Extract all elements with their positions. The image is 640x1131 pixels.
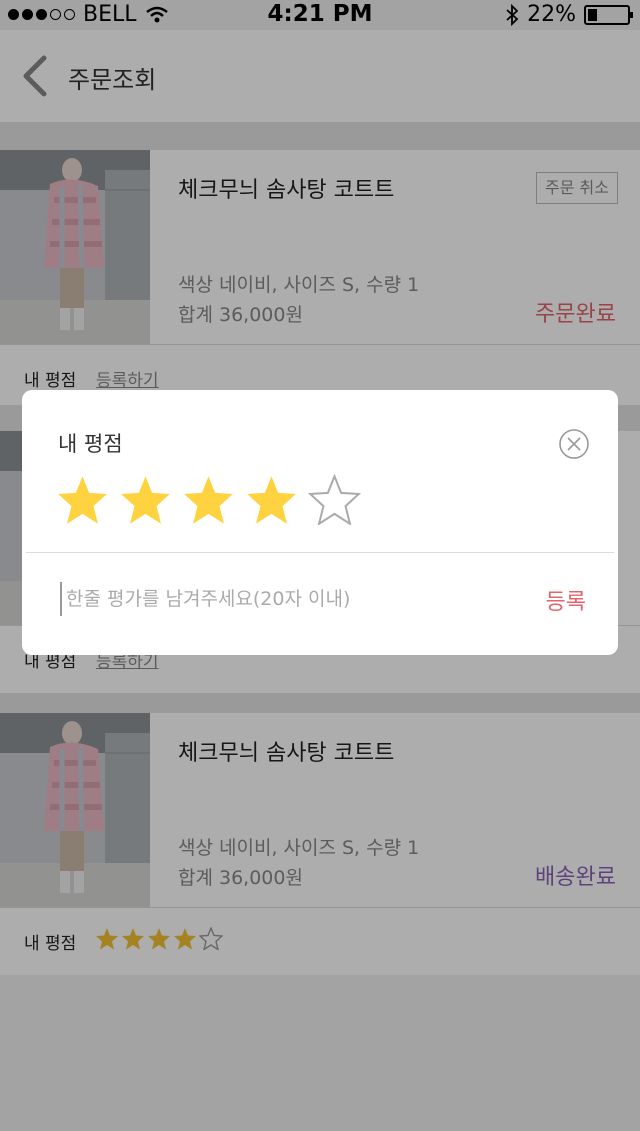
star-filled-icon[interactable] [245, 474, 298, 525]
rating-star-selector [56, 474, 361, 525]
star-filled-icon[interactable] [182, 474, 235, 525]
rating-dialog: 내 평점 등록 [22, 390, 618, 655]
dialog-title: 내 평점 [58, 432, 123, 456]
star-empty-icon[interactable] [308, 474, 361, 525]
close-icon[interactable] [558, 428, 590, 460]
dialog-divider [26, 552, 614, 553]
star-filled-icon[interactable] [119, 474, 172, 525]
review-input[interactable] [60, 582, 496, 616]
star-filled-icon[interactable] [56, 474, 109, 525]
submit-rating-button[interactable]: 등록 [546, 584, 586, 616]
